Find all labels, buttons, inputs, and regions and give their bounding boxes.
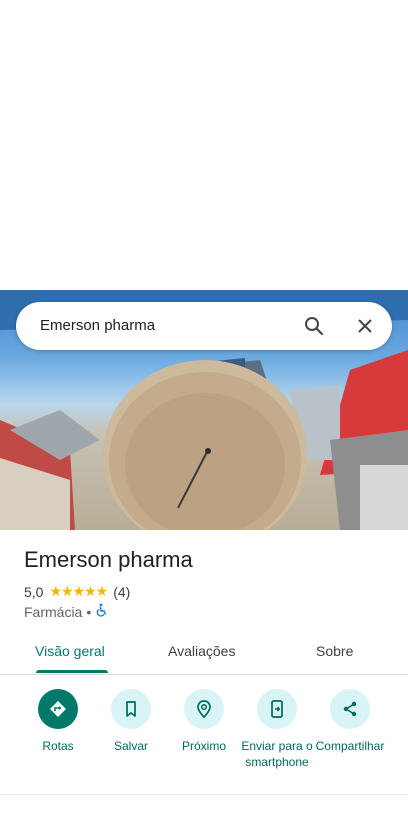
directions-label: Rotas <box>42 739 74 753</box>
save-button[interactable]: Salvar <box>91 689 171 754</box>
save-label: Salvar <box>113 739 148 753</box>
category-row: Farmácia • <box>24 603 109 620</box>
place-category: Farmácia <box>24 603 83 620</box>
search-query[interactable]: Emerson pharma <box>40 317 155 334</box>
bookmark-icon <box>111 689 151 729</box>
send-to-phone-label: Enviar para o smartphone <box>241 739 313 769</box>
rating-row[interactable]: 5,0 ★★★★★ (4) <box>24 583 130 600</box>
share-icon <box>330 689 370 729</box>
map-area-blank <box>0 0 408 290</box>
share-button[interactable]: Compartilhar <box>310 689 390 754</box>
separator: • <box>86 603 92 620</box>
tab-reviews[interactable]: Avaliações <box>168 643 235 659</box>
send-to-phone-button[interactable]: Enviar para o smartphone <box>237 689 317 770</box>
nearby-pin-icon <box>184 689 224 729</box>
star-rating: ★★★★★ <box>49 583 108 599</box>
search-icon[interactable] <box>302 314 326 338</box>
tab-overview[interactable]: Visão geral <box>35 643 105 659</box>
active-tab-indicator <box>36 670 108 673</box>
divider <box>0 794 408 795</box>
tab-about[interactable]: Sobre <box>316 643 353 659</box>
close-icon[interactable] <box>353 314 377 338</box>
tab-bar: Visão geral Avaliações Sobre <box>0 632 408 675</box>
review-count[interactable]: (4) <box>113 584 130 600</box>
nearby-button[interactable]: Próximo <box>164 689 244 754</box>
send-to-phone-icon <box>257 689 297 729</box>
rating-value: 5,0 <box>24 583 44 600</box>
directions-icon <box>38 689 78 729</box>
nearby-label: Próximo <box>181 739 226 753</box>
place-title: Emerson pharma <box>24 547 193 572</box>
directions-button[interactable]: Rotas <box>18 689 98 754</box>
wheelchair-accessible-icon <box>95 603 109 620</box>
search-bar[interactable]: Emerson pharma <box>16 302 392 350</box>
share-label: Compartilhar <box>315 739 385 753</box>
